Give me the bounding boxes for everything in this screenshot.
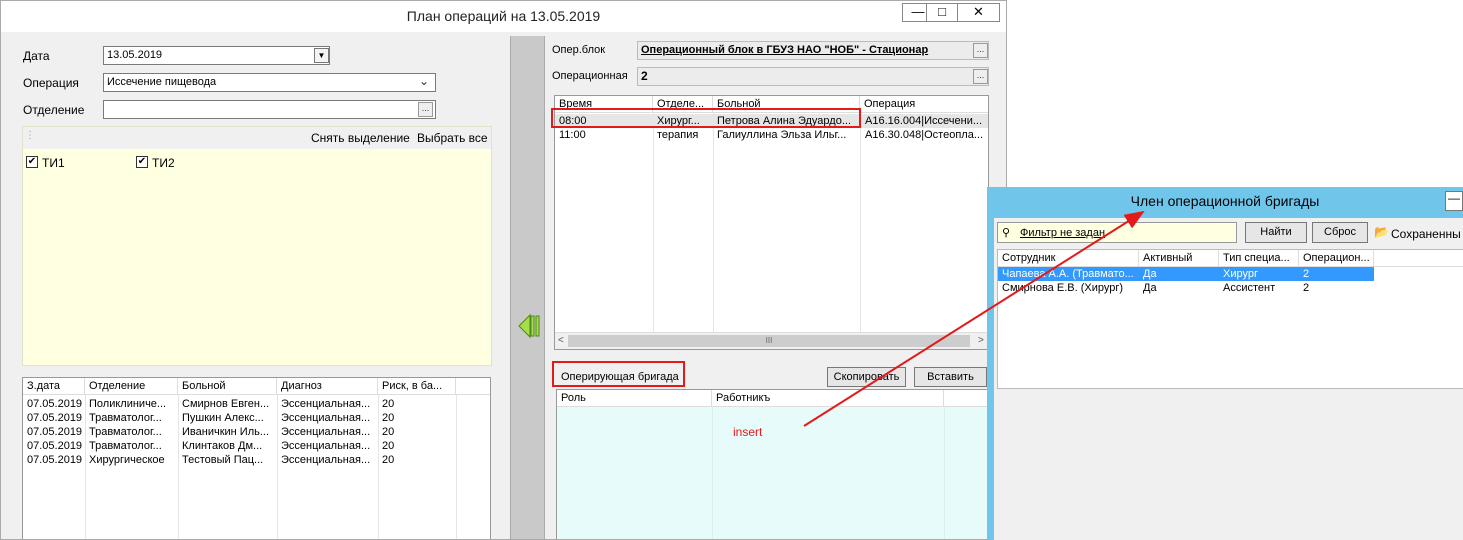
annotation-arrow xyxy=(803,210,1145,427)
